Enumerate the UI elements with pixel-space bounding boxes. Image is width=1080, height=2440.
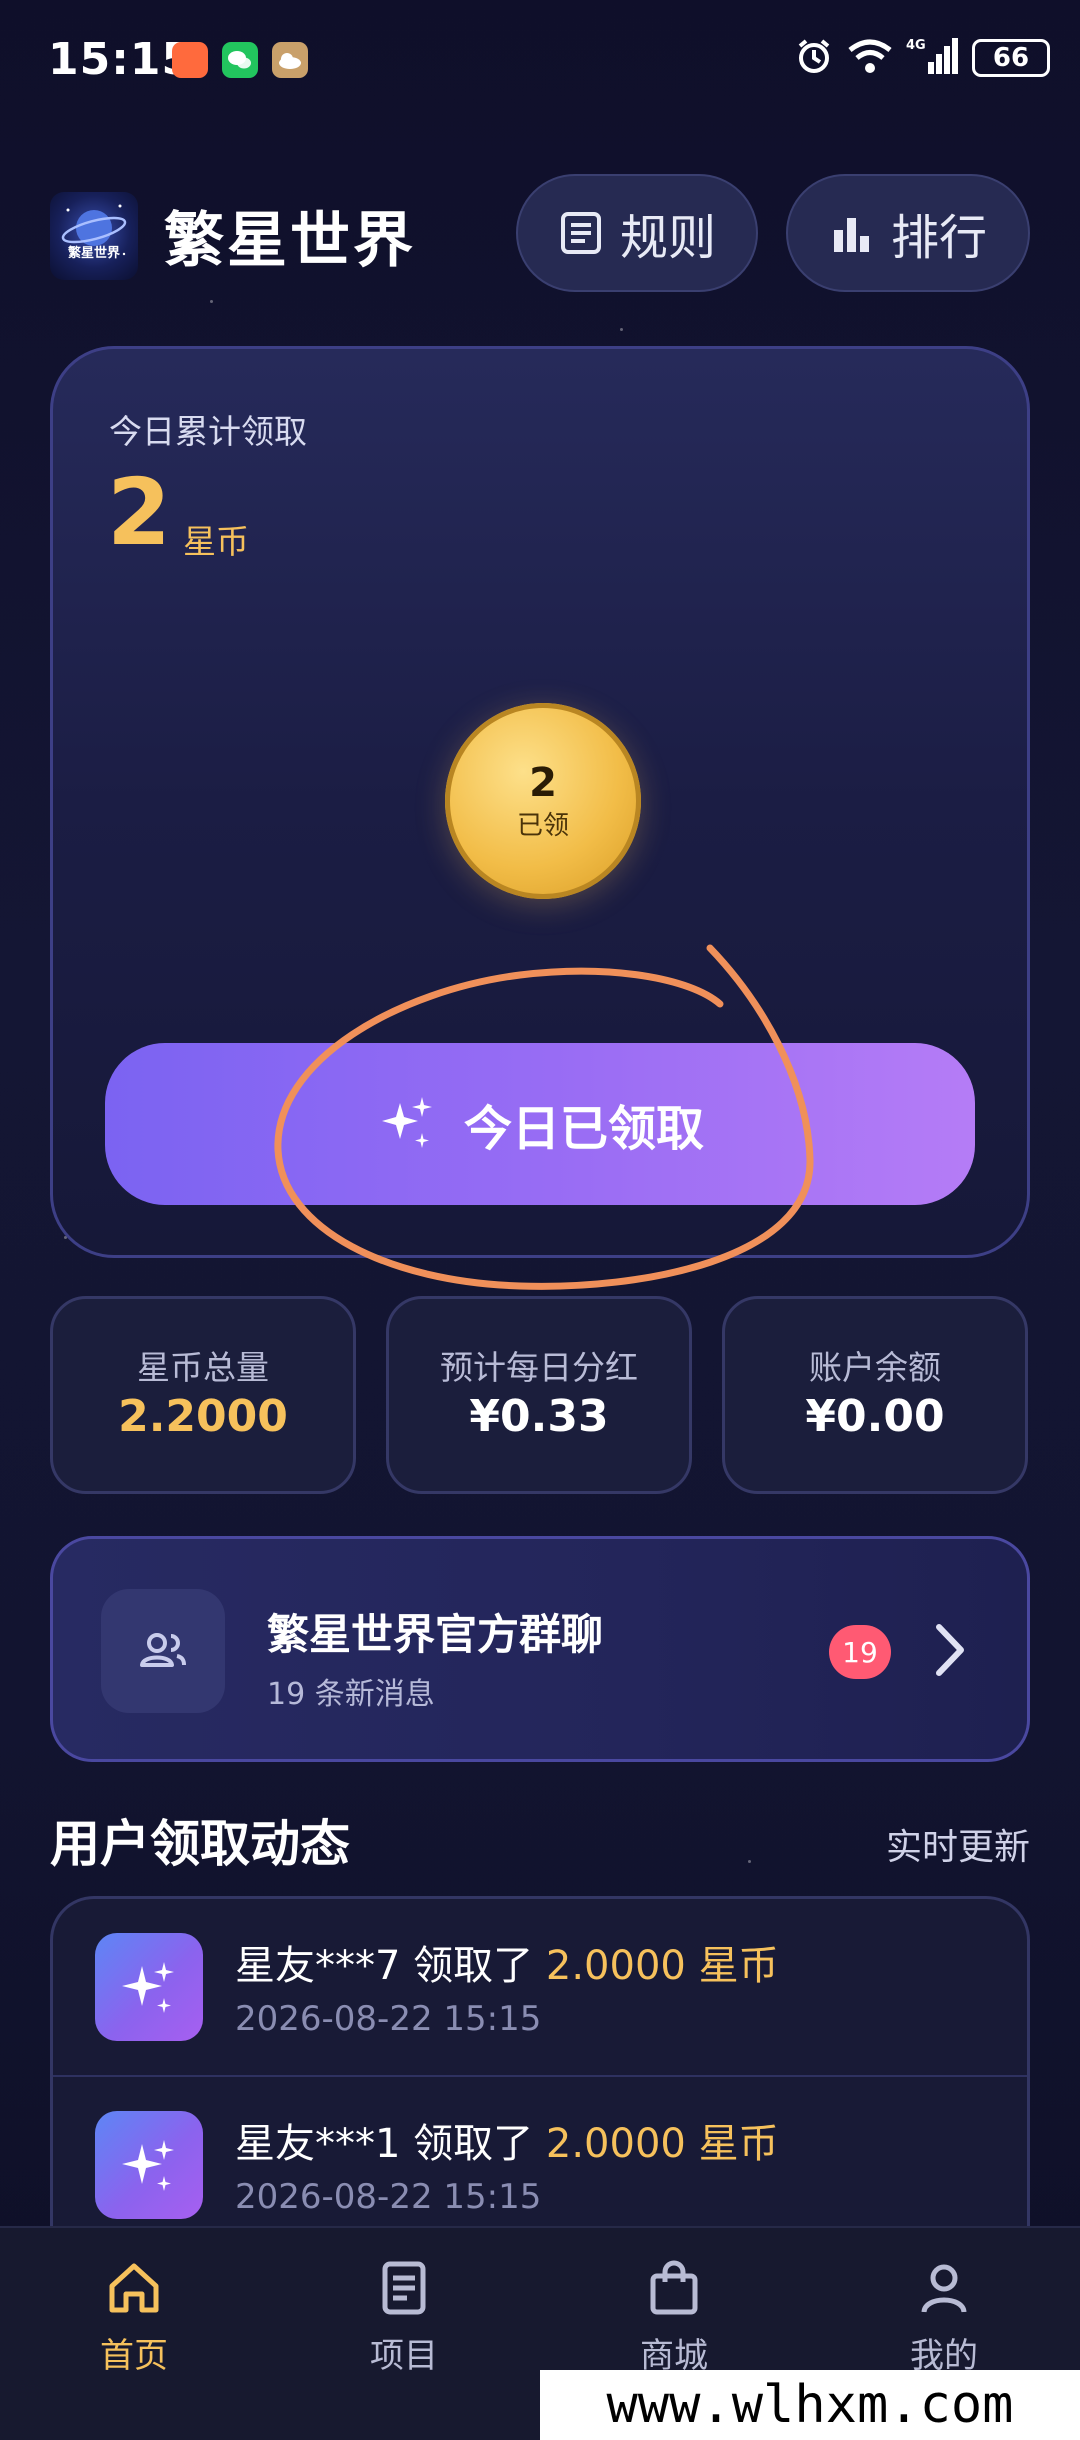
- nav-shop[interactable]: 商城: [574, 2256, 774, 2377]
- alarm-icon: [794, 36, 834, 80]
- bar-chart-icon: [833, 218, 869, 252]
- feed-time: 2026-08-22 15:15: [235, 2177, 542, 2217]
- battery-indicator: 66: [972, 39, 1050, 77]
- stat-label: 预计每日分红: [440, 1348, 638, 1387]
- shopping-app-icon: [172, 42, 208, 78]
- claimed-coin: 2 已领: [445, 703, 641, 899]
- unread-badge: 19: [829, 1625, 891, 1679]
- nav-home[interactable]: 首页: [34, 2256, 234, 2377]
- home-icon: [109, 2263, 159, 2313]
- weather-app-icon: [272, 42, 308, 78]
- group-chat-title: 繁星世界官方群聊: [267, 1610, 604, 1659]
- feed-text: 星友***7 领取了 2.0000 星币: [235, 1933, 779, 1991]
- svg-text:4G: 4G: [906, 38, 926, 53]
- stat-value: 2.2000: [118, 1391, 288, 1442]
- document-icon: [382, 2261, 426, 2315]
- rules-button[interactable]: 规则: [516, 174, 758, 292]
- coin-status: 已领: [516, 810, 569, 841]
- feed-amount: 2.0000 星币: [545, 1943, 779, 1989]
- daily-claim-card: 今日累计领取 2 星币 2 已领 今日已领取: [50, 346, 1030, 1258]
- feed-amount: 2.0000 星币: [545, 2121, 779, 2167]
- ranking-label: 排行: [890, 210, 987, 266]
- status-bar: 15:15 4G 66: [0, 0, 1080, 120]
- nav-label: 首页: [100, 2336, 168, 2376]
- daily-total-label: 今日累计领取: [109, 412, 307, 451]
- daily-total-unit: 星币: [183, 522, 249, 561]
- sparkle-icon: [122, 1962, 174, 2013]
- feed-user: 星友***7: [235, 1943, 401, 1989]
- rules-label: 规则: [619, 210, 716, 266]
- stat-account-balance: 账户余额 ¥0.00: [722, 1296, 1028, 1494]
- realtime-update-label: 实时更新: [885, 1827, 1030, 1868]
- app-logo: 繁星世界: [50, 192, 138, 280]
- sparkle-icon: [381, 1097, 432, 1148]
- claim-button-label: 今日已领取: [463, 1101, 704, 1157]
- stat-label: 账户余额: [809, 1348, 941, 1387]
- planet-icon: [61, 204, 127, 256]
- star-decoration: [210, 300, 213, 303]
- users-icon: [140, 1633, 186, 1667]
- claim-button[interactable]: 今日已领取: [105, 1043, 975, 1205]
- signal-icon: 4G: [906, 36, 960, 80]
- status-icons: 4G 66: [794, 36, 1050, 80]
- group-chat-subtitle: 19 条新消息: [267, 1677, 435, 1712]
- sparkle-icon: [122, 2140, 174, 2191]
- wifi-icon: [846, 36, 894, 80]
- feed-action: 领取了: [413, 1943, 534, 1989]
- app-title: 繁星世界: [164, 206, 416, 276]
- stat-label: 星币总量: [137, 1348, 269, 1387]
- wechat-icon: [222, 42, 258, 78]
- official-group-chat-card[interactable]: 繁星世界官方群聊 19 条新消息 19: [50, 1536, 1030, 1762]
- stat-value: ¥0.33: [469, 1391, 609, 1442]
- feed-time: 2026-08-22 15:15: [235, 1999, 542, 2039]
- feed-text: 星友***1 领取了 2.0000 星币: [235, 2111, 779, 2169]
- feed-avatar: [95, 1933, 203, 2041]
- list-icon: [560, 212, 601, 254]
- daily-total-amount: 2: [107, 459, 172, 566]
- claim-feed-title: 用户领取动态: [50, 1815, 350, 1873]
- feed-user: 星友***1: [235, 2121, 401, 2167]
- coin-value: 2: [529, 759, 557, 806]
- stat-value: ¥0.00: [805, 1391, 945, 1442]
- ranking-button[interactable]: 排行: [786, 174, 1030, 292]
- star-decoration: [620, 328, 623, 331]
- chevron-right-icon: [936, 1624, 964, 1676]
- logo-text: 繁星世界: [67, 246, 120, 261]
- stat-total-coins: 星币总量 2.2000: [50, 1296, 356, 1494]
- watermark: www.wlhxm.com: [540, 2370, 1080, 2440]
- feed-action: 领取了: [413, 2121, 534, 2167]
- stat-daily-dividend: 预计每日分红 ¥0.33: [386, 1296, 692, 1494]
- feed-avatar: [95, 2111, 203, 2219]
- star-decoration: [748, 1860, 751, 1863]
- nav-profile[interactable]: 我的: [844, 2256, 1044, 2377]
- bag-icon: [650, 2260, 698, 2315]
- nav-projects[interactable]: 项目: [304, 2256, 504, 2377]
- list-item: 星友***7 领取了 2.0000 星币 2026-08-22 15:15: [53, 1899, 1027, 2075]
- nav-label: 项目: [370, 2336, 438, 2376]
- group-icon-wrapper: [101, 1589, 225, 1713]
- user-icon: [921, 2264, 967, 2313]
